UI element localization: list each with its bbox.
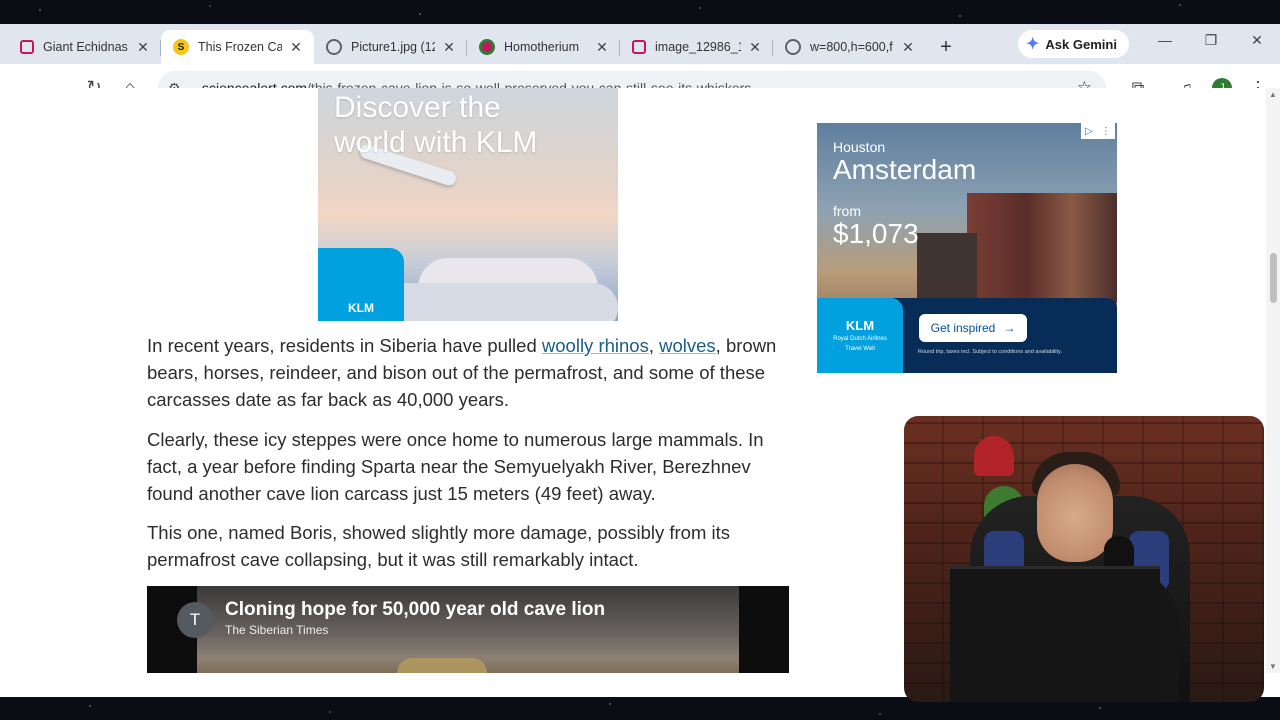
video-title[interactable]: Cloning hope for 50,000 year old cave li…	[225, 599, 605, 621]
webcam-overlay	[904, 416, 1264, 702]
image-icon	[20, 40, 34, 54]
close-tab-icon[interactable]: ✕	[288, 39, 304, 56]
person-face-graphic	[1037, 464, 1113, 562]
scroll-up-arrow-icon[interactable]: ▲	[1269, 90, 1277, 99]
woolly-rhinos-link[interactable]: woolly rhinos	[542, 335, 649, 356]
wolves-link[interactable]: wolves	[659, 335, 716, 356]
close-tab-icon[interactable]: ✕	[135, 39, 151, 56]
klm-ad-left[interactable]: Discover the world with KLM KLM	[318, 88, 618, 321]
close-tab-icon[interactable]: ✕	[441, 39, 457, 56]
article-paragraph-3: This one, named Boris, showed slightly m…	[147, 522, 731, 570]
video-channel-name[interactable]: The Siberian Times	[225, 623, 328, 637]
thumbnail-detail	[397, 658, 487, 673]
tab-title: w=800,h=600,f	[810, 40, 893, 54]
wiki-icon	[479, 39, 495, 55]
close-tab-icon[interactable]: ✕	[747, 39, 763, 56]
sciencealert-icon: S	[173, 39, 189, 55]
minimize-button[interactable]: —	[1150, 32, 1180, 48]
channel-avatar[interactable]: T	[177, 602, 213, 638]
tab-this-frozen-cave[interactable]: S This Frozen Cav ✕	[161, 30, 314, 64]
tower-graphic	[917, 233, 977, 303]
restore-button[interactable]: ❐	[1196, 32, 1226, 49]
close-tab-icon[interactable]: ✕	[900, 39, 916, 56]
close-tab-icon[interactable]: ✕	[594, 39, 610, 56]
globe-icon	[785, 39, 801, 55]
canal-houses-graphic	[967, 193, 1117, 303]
adchoices-icon[interactable]: ▷ ⋮	[1081, 123, 1115, 139]
article-paragraph-2: Clearly, these icy steppes were once hom…	[147, 429, 764, 504]
ask-gemini-button[interactable]: ✦ Ask Gemini	[1018, 30, 1129, 58]
ask-gemini-label: Ask Gemini	[1045, 36, 1117, 52]
embedded-video[interactable]: T Cloning hope for 50,000 year old cave …	[147, 586, 789, 673]
new-tab-button[interactable]: +	[932, 33, 960, 61]
get-inspired-button[interactable]: Get inspired →	[919, 314, 1027, 342]
tab-homotherium[interactable]: Homotherium ✕	[467, 30, 620, 64]
ad-from-label: from	[833, 203, 861, 219]
gemini-sparkle-icon: ✦	[1026, 36, 1040, 53]
tab-picture1[interactable]: Picture1.jpg (12 ✕	[314, 30, 467, 64]
tab-w800-h600[interactable]: w=800,h=600,f ✕	[773, 30, 926, 64]
tab-title: Homotherium	[504, 40, 580, 54]
globe-icon	[326, 39, 342, 55]
klm-ad-right[interactable]: Houston Amsterdam from $1,073 ▷ ⋮ KLM Roy…	[817, 123, 1117, 373]
tab-strip: Giant Echidnas ✕ S This Frozen Cav ✕ Pic…	[0, 24, 1280, 64]
hat-graphic	[974, 436, 1014, 476]
cloud-graphic	[378, 283, 618, 321]
ad-price: $1,073	[833, 218, 919, 249]
close-window-button[interactable]: ✕	[1242, 32, 1272, 49]
tab-title: image_12986_1	[655, 40, 741, 54]
ad-destination: Amsterdam	[833, 154, 977, 185]
ad-fine-print: Round trip, taxes incl. Subject to condi…	[918, 349, 1062, 355]
tab-title: Giant Echidnas	[43, 40, 128, 54]
klm-logo: KLM	[318, 248, 404, 321]
ad-origin: Houston	[833, 139, 886, 155]
scroll-down-arrow-icon[interactable]: ▼	[1269, 662, 1277, 671]
arrow-right-icon: →	[1003, 321, 1016, 335]
tab-title: Picture1.jpg (12	[351, 40, 435, 54]
ad-headline: Discover the world with KLM	[334, 91, 538, 159]
scrollbar-thumb[interactable]	[1270, 253, 1277, 303]
image-icon	[632, 40, 646, 54]
tab-image-12986[interactable]: image_12986_1 ✕	[620, 30, 773, 64]
monitor-graphic	[950, 566, 1160, 702]
tab-title: This Frozen Cav	[198, 40, 282, 54]
article-paragraph-1: In recent years, residents in Siberia ha…	[147, 335, 777, 410]
tab-giant-echidnas[interactable]: Giant Echidnas ✕	[8, 30, 161, 64]
page-scrollbar[interactable]: ▲ ▼	[1266, 88, 1280, 673]
klm-logo: KLM Royal Dutch Airlines Travel Well	[817, 298, 903, 373]
